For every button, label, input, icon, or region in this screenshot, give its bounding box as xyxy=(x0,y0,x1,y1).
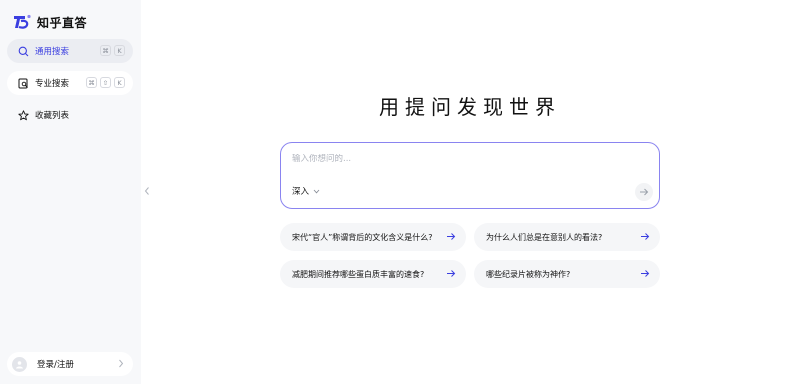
chevron-right-icon xyxy=(119,359,124,368)
suggestion-item[interactable]: 哪些纪录片被称为神作? xyxy=(474,260,660,288)
suggestion-item[interactable]: 为什么人们总是在意别人的看法? xyxy=(474,223,660,251)
suggestion-text: 减肥期间推荐哪些蛋白质丰富的速食? xyxy=(292,269,425,279)
shortcut-key: ⌘ xyxy=(100,45,111,56)
sidebar-item-label: 收藏列表 xyxy=(35,111,70,121)
document-search-icon xyxy=(17,77,29,89)
mode-selector[interactable]: 深入 xyxy=(292,185,320,197)
user-icon xyxy=(16,360,23,368)
arrow-right-icon xyxy=(641,233,650,240)
page-title: 用提问发现世界 xyxy=(379,95,561,119)
collapse-sidebar-icon[interactable] xyxy=(144,186,150,196)
sidebar: 知乎直答 通用搜索 ⌘ K 专业搜索 ⌘ ⇧ K 收藏列表 登录/注册 xyxy=(0,0,141,384)
shortcut-keys: ⌘ K xyxy=(100,45,125,56)
shortcut-key: ⌘ xyxy=(86,77,97,88)
send-button[interactable] xyxy=(635,183,653,201)
sidebar-item-general-search[interactable]: 通用搜索 ⌘ K xyxy=(7,39,133,63)
star-icon xyxy=(17,109,29,121)
arrow-right-icon xyxy=(641,270,650,277)
suggestion-item[interactable]: 宋代“官人”称谓背后的文化含义是什么? xyxy=(280,223,466,251)
shortcut-keys: ⌘ ⇧ K xyxy=(86,77,125,88)
brand-name: 知乎直答 xyxy=(37,15,88,30)
login-label: 登录/注册 xyxy=(37,360,74,370)
zhihu-logo-icon xyxy=(14,14,31,29)
login-button[interactable]: 登录/注册 xyxy=(7,352,133,376)
shortcut-key: K xyxy=(114,45,125,56)
sidebar-item-label: 通用搜索 xyxy=(35,47,70,57)
avatar xyxy=(12,356,27,372)
shortcut-key: K xyxy=(114,77,125,88)
suggestion-text: 宋代“官人”称谓背后的文化含义是什么? xyxy=(292,232,433,242)
brand[interactable]: 知乎直答 xyxy=(13,13,87,31)
search-input[interactable] xyxy=(292,154,632,164)
suggestion-item[interactable]: 减肥期间推荐哪些蛋白质丰富的速食? xyxy=(280,260,466,288)
search-box: 深入 xyxy=(280,142,660,209)
sidebar-item-favorites[interactable]: 收藏列表 xyxy=(7,103,133,127)
arrow-right-icon xyxy=(640,188,649,196)
sidebar-item-pro-search[interactable]: 专业搜索 ⌘ ⇧ K xyxy=(7,71,133,95)
arrow-right-icon xyxy=(447,270,456,277)
arrow-right-icon xyxy=(447,233,456,240)
suggestion-text: 为什么人们总是在意别人的看法? xyxy=(486,232,603,242)
suggestion-text: 哪些纪录片被称为神作? xyxy=(486,269,571,279)
mode-label: 深入 xyxy=(292,187,310,197)
chevron-down-icon xyxy=(313,189,320,193)
sidebar-item-label: 专业搜索 xyxy=(35,79,70,89)
shortcut-key: ⇧ xyxy=(100,77,111,88)
search-icon xyxy=(17,45,29,57)
